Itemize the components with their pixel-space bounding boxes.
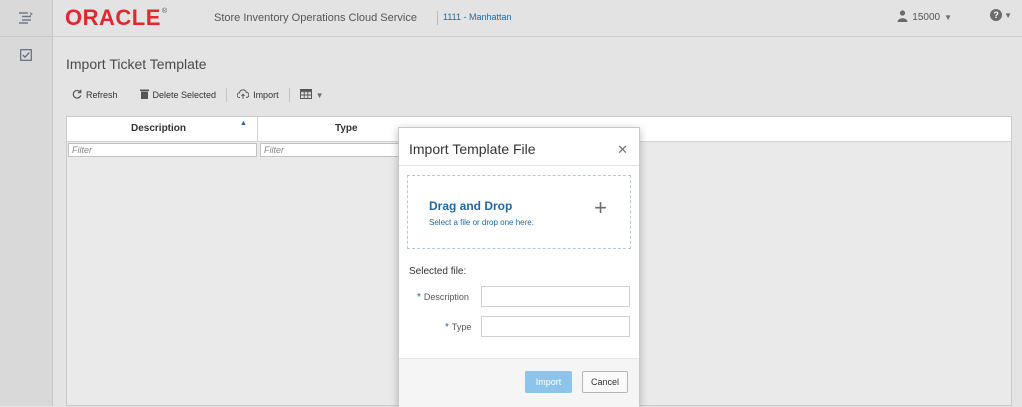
- page-title: Import Ticket Template: [66, 56, 207, 72]
- delete-selected-button[interactable]: Delete Selected: [139, 89, 217, 101]
- description-input[interactable]: [481, 286, 630, 307]
- user-menu[interactable]: 15000 ▼: [897, 10, 952, 25]
- description-filter-input[interactable]: Filter: [68, 143, 257, 157]
- close-icon[interactable]: ✕: [617, 142, 628, 158]
- header-bar: ORACLE® Store Inventory Operations Cloud…: [53, 0, 1022, 37]
- drop-subtitle[interactable]: Select a file or drop one here.: [429, 218, 534, 227]
- nav-rail: [0, 0, 53, 406]
- chevron-down-icon: ▼: [315, 90, 324, 100]
- dialog-import-button[interactable]: Import: [525, 371, 572, 393]
- required-mark: *: [445, 322, 449, 333]
- file-drop-zone[interactable]: Drag and Drop Select a file or drop one …: [407, 175, 631, 249]
- user-icon: [897, 10, 908, 25]
- store-link[interactable]: 1111 - Manhattan: [443, 12, 512, 22]
- app-title: Store Inventory Operations Cloud Service: [214, 12, 417, 24]
- type-filter-input[interactable]: Filter: [260, 143, 400, 157]
- dialog-footer: Import Cancel: [399, 358, 639, 407]
- column-header-description[interactable]: Description: [131, 123, 186, 134]
- table-grid-icon: [299, 89, 312, 101]
- import-label: Import: [253, 90, 279, 100]
- toolbar-divider: [288, 88, 290, 102]
- sort-ascending-icon[interactable]: ▲: [240, 120, 247, 127]
- delete-selected-label: Delete Selected: [152, 90, 217, 100]
- import-button[interactable]: Import: [236, 89, 279, 101]
- column-chooser-button[interactable]: ▼: [299, 89, 324, 101]
- toolbar-divider: [226, 88, 228, 102]
- refresh-label: Refresh: [86, 90, 118, 100]
- type-input[interactable]: [481, 316, 630, 337]
- dialog-title: Import Template File: [409, 141, 536, 157]
- help-menu[interactable]: ? ▼: [990, 9, 1012, 21]
- column-divider: [257, 117, 258, 141]
- oracle-logo: ORACLE®: [65, 5, 168, 30]
- toolbar: Refresh Delete Selected Import ▼: [72, 86, 324, 104]
- type-field-label: * Type: [445, 322, 472, 333]
- selected-file-label: Selected file:: [409, 266, 467, 277]
- description-field-label: * Description: [417, 292, 469, 303]
- header-divider: [437, 11, 438, 25]
- chevron-down-icon: ▼: [944, 13, 952, 22]
- import-template-dialog: Import Template File ✕ Drag and Drop Sel…: [398, 127, 640, 407]
- task-checkbox-icon[interactable]: [16, 45, 36, 65]
- refresh-button[interactable]: Refresh: [72, 89, 118, 101]
- help-icon: ?: [990, 9, 1003, 21]
- dialog-cancel-button[interactable]: Cancel: [582, 371, 628, 393]
- cloud-upload-icon: [236, 89, 250, 101]
- required-mark: *: [417, 292, 421, 303]
- menu-tree-icon[interactable]: [16, 8, 36, 28]
- dialog-divider: [399, 165, 639, 166]
- drop-title: Drag and Drop: [429, 199, 513, 213]
- refresh-icon: [72, 89, 82, 101]
- user-id: 15000: [912, 12, 941, 23]
- plus-icon[interactable]: +: [594, 197, 607, 219]
- trash-icon: [139, 89, 149, 101]
- column-header-type[interactable]: Type: [335, 123, 358, 134]
- chevron-down-icon: ▼: [1004, 10, 1012, 20]
